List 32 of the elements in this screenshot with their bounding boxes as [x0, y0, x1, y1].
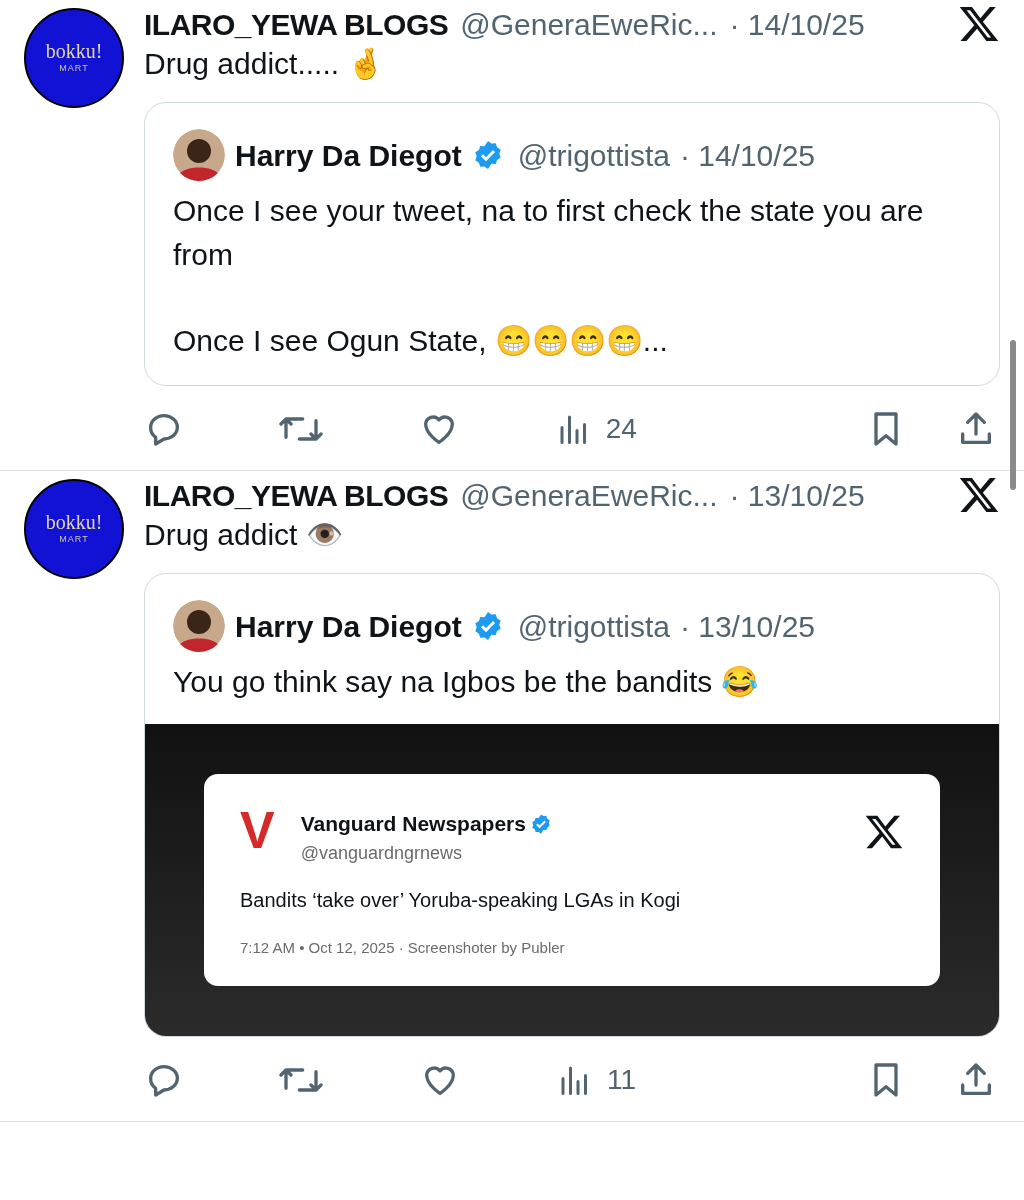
author-handle[interactable]: @GeneraEweRic... [460, 1, 718, 47]
quote-author-name: Harry Da Diegot [235, 608, 462, 645]
quote-card[interactable]: Harry Da Diegot @trigottista · 14/10/25 Once I see your tweet, na to first check the state you are from Once I see Ogun State, 😁😁😁😁... [144, 102, 1000, 386]
quote-date: · 14/10/25 [679, 137, 815, 174]
tweet-text: Drug addict..... 🤞 [144, 46, 386, 82]
logo-text: bokku! [45, 511, 103, 534]
quote-text: Once I see your tweet, na to first check the state you are from [173, 193, 925, 273]
tweet-date: · 13/10/25 [729, 477, 865, 514]
quote-text: You go think say na Igbos be the bandits 😂 [173, 664, 759, 700]
views-button[interactable]: 11 [556, 1059, 637, 1101]
tweet-text: Drug addict 👁 [144, 517, 344, 553]
logo-subtext: MART [59, 533, 89, 547]
tweet-date: · 14/10/25 [729, 6, 865, 43]
avatar [173, 129, 225, 181]
news-handle: @vanguardngrnews [300, 841, 464, 865]
quote-text: Once I see Ogun State, 😁😁😁😁... [173, 323, 669, 359]
logo-text: bokku! [45, 40, 103, 63]
quote-date: · 13/10/25 [679, 608, 815, 645]
news-name: Vanguard Newspapers [300, 811, 526, 837]
quote-author-name: Harry Da Diegot [235, 137, 462, 174]
news-headline: Bandits ‘take over’ Yoruba-speaking LGAs in Kogi [240, 887, 682, 913]
quote-card[interactable] [144, 573, 1000, 1037]
logo-subtext: MART [59, 62, 89, 76]
news-logo: V [240, 808, 275, 852]
news-meta: 7:12 AM • Oct 12, 2025 · Screenshoter by Publer [240, 937, 566, 958]
quote-author-handle[interactable]: @trigottista [517, 603, 670, 649]
views-button[interactable]: 24 [555, 408, 637, 450]
author-name: ILARO_YEWA BLOGS [144, 6, 449, 43]
author-handle[interactable]: @GeneraEweRic... [460, 472, 718, 518]
quote-author-handle[interactable]: @trigottista [517, 132, 670, 178]
author-name: ILARO_YEWA BLOGS [144, 477, 449, 514]
avatar [173, 600, 225, 652]
